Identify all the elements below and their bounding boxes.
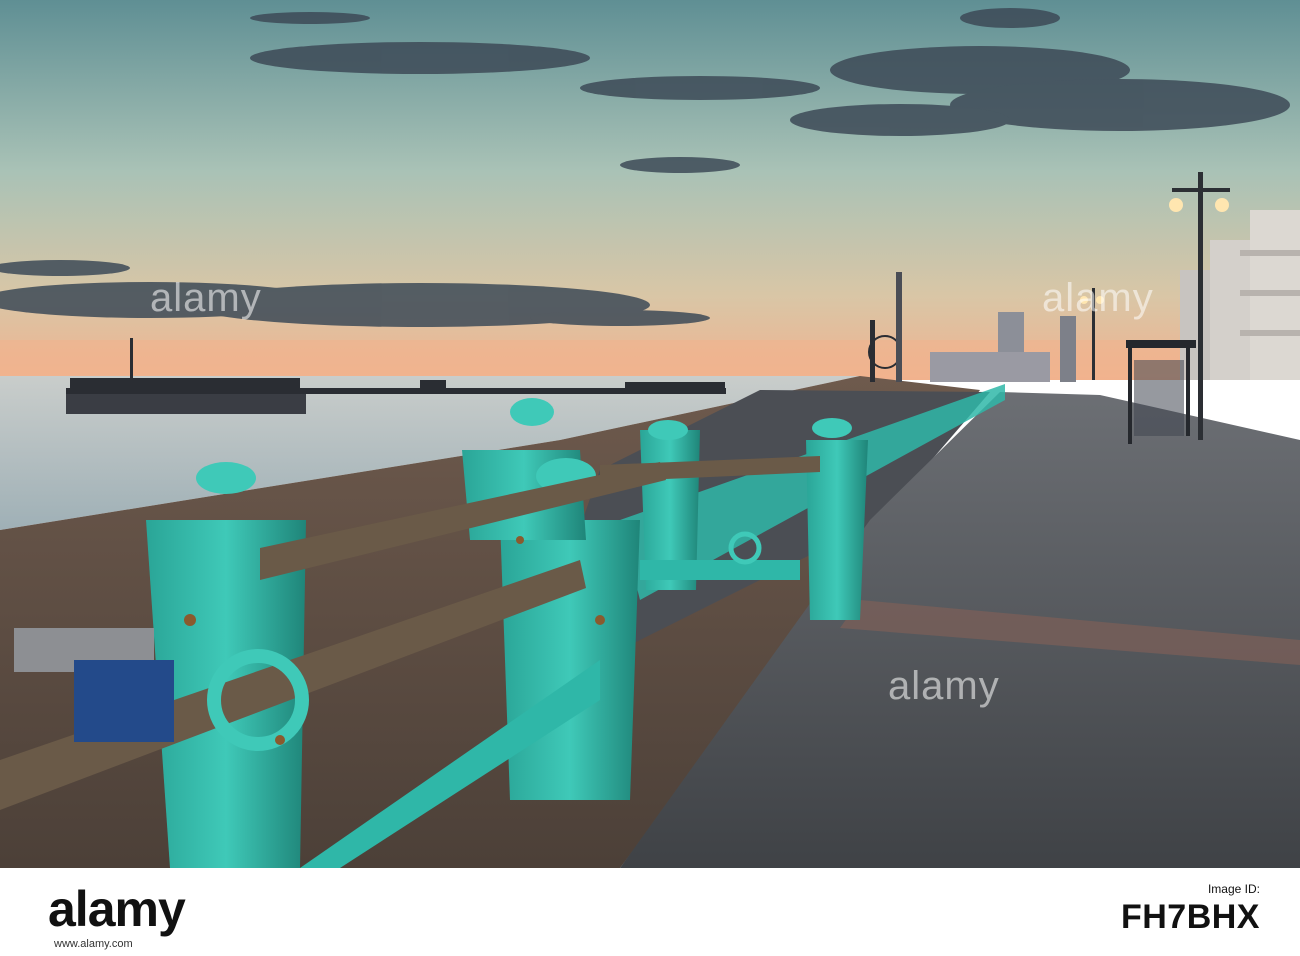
photo-scene bbox=[0, 0, 1300, 868]
stock-footer-bar: alamy Image ID: FH7BHX www.alamy.com bbox=[0, 868, 1300, 956]
image-id-block: Image ID: FH7BHX bbox=[1121, 882, 1260, 937]
site-url[interactable]: www.alamy.com bbox=[54, 938, 133, 950]
image-id-label: Image ID: bbox=[1207, 882, 1260, 896]
image-id-value: FH7BHX bbox=[1120, 898, 1260, 936]
alamy-logo[interactable]: alamy bbox=[48, 880, 186, 938]
stock-photo: alamy alamy alamy bbox=[0, 0, 1300, 868]
